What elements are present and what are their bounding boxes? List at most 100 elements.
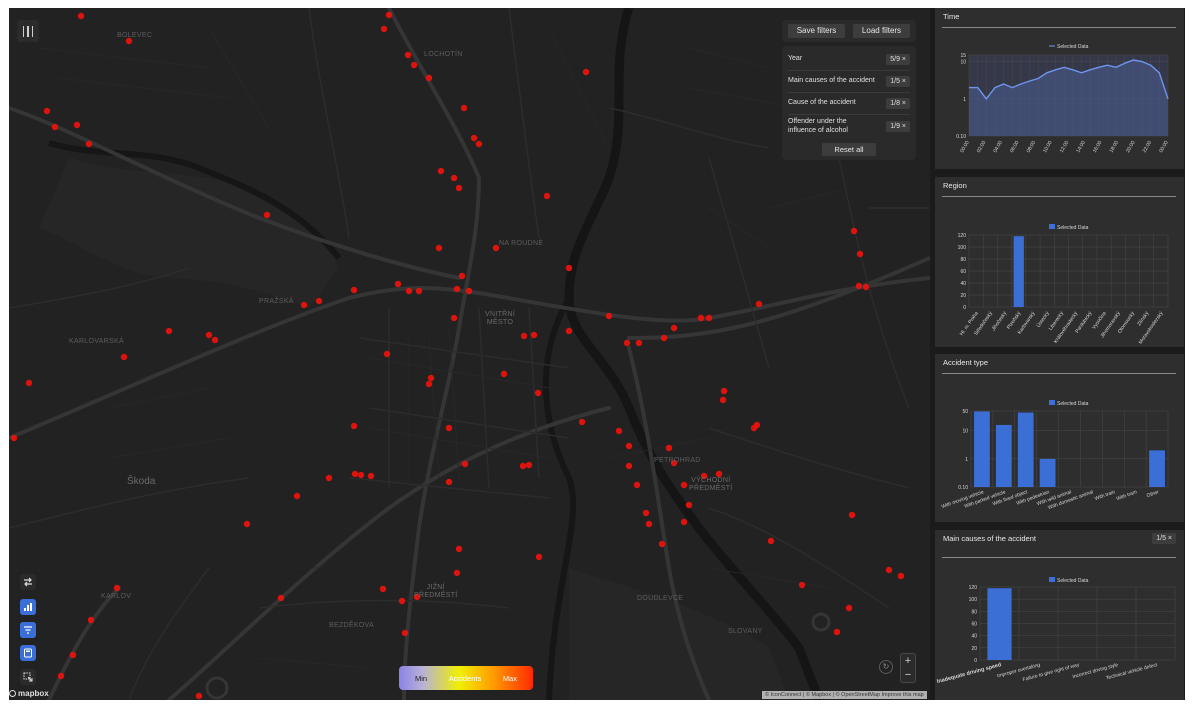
time-line-chart[interactable]: 151010.1000:00 02:00 04:00 06:00 08:00 10:00 1…: [935, 8, 1184, 169]
accident-dot: [205, 331, 213, 339]
map-label: PETROHRAD: [654, 457, 701, 464]
accident-dot: [855, 282, 863, 290]
accident-dot: [625, 442, 633, 450]
accident-dot: [10, 434, 18, 442]
legend-label: Selected Data: [1057, 44, 1089, 50]
y-tick-label: 0: [974, 658, 977, 664]
calculator-icon[interactable]: [20, 645, 36, 661]
legend-min-label: Min: [415, 673, 428, 683]
zoom-out-button[interactable]: −: [901, 668, 915, 682]
x-tick-label: With train: [1094, 489, 1116, 502]
route-icon[interactable]: [20, 574, 36, 590]
main-causes-bar-chart[interactable]: 020406080100120Inadequate driving speedI…: [935, 530, 1184, 700]
zoom-in-button[interactable]: +: [901, 654, 915, 668]
accident-dot: [660, 334, 668, 342]
accident-dot: [77, 12, 85, 20]
load-filters-button[interactable]: Load filters: [853, 24, 910, 38]
accident-dot: [350, 286, 358, 294]
y-tick-label: 50: [962, 409, 968, 415]
accident-dot: [720, 387, 728, 395]
compass-icon[interactable]: ↻: [879, 660, 893, 674]
map-label: NA ROUDNÉ: [499, 240, 544, 247]
accident-dot: [848, 511, 856, 519]
x-tick-label: 06:00: [1009, 140, 1021, 154]
x-tick-label: 20:00: [1125, 140, 1137, 154]
accident-dot: [680, 518, 688, 526]
accident-dot: [845, 604, 853, 612]
y-tick-label: 40: [960, 281, 966, 287]
bar: [987, 588, 1012, 660]
accident-dot: [243, 520, 251, 528]
select-area-icon[interactable]: [20, 669, 36, 685]
bar: [1013, 236, 1024, 307]
accident-dot: [263, 211, 271, 219]
legend-swatch: [1049, 400, 1055, 405]
region-bar-chart[interactable]: 020406080100120Hl. m. PrahaStředočeskýJi…: [935, 177, 1184, 347]
accident-dot: [87, 616, 95, 624]
map-attribution[interactable]: © IconConnect | © Mapbox | © OpenStreetM…: [762, 691, 927, 699]
y-tick-label: 20: [971, 646, 977, 652]
accident-dot: [685, 501, 693, 509]
filter-icon[interactable]: [20, 622, 36, 638]
accident-dot: [25, 379, 33, 387]
accident-dot: [525, 461, 533, 469]
accident-dot: [535, 553, 543, 561]
save-filters-button[interactable]: Save filters: [788, 24, 845, 38]
accident-dot: [519, 462, 527, 470]
legend-swatch: [1049, 224, 1055, 229]
legend-max-label: Max: [502, 673, 517, 683]
y-tick-label: 80: [971, 609, 977, 615]
x-tick-label: 14:00: [1075, 140, 1087, 154]
filter-row-main-causes: Main causes of the accident 1/5 ×: [788, 71, 910, 93]
x-tick-label: 22:00: [1142, 140, 1154, 154]
y-tick-label: 0.10: [956, 134, 966, 140]
filter-clear-badge[interactable]: 1/8 ×: [886, 98, 910, 109]
accident-dot: [315, 297, 323, 305]
y-tick-label: 1: [963, 97, 966, 103]
hamburger-menu-button[interactable]: [17, 20, 39, 42]
accident-dot: [415, 287, 423, 295]
bar: [1039, 458, 1056, 487]
accident-dot: [642, 509, 650, 517]
accident-dot: [798, 581, 806, 589]
accident-dot: [427, 374, 435, 382]
y-tick-label: 0: [963, 305, 966, 311]
accident-dot: [325, 474, 333, 482]
accident-dot: [350, 422, 358, 430]
accident-dot: [645, 520, 653, 528]
accident-dot: [351, 470, 359, 478]
filter-clear-badge[interactable]: 1/5 ×: [886, 76, 910, 87]
accident-dot: [380, 25, 388, 33]
x-tick-label: 04:00: [992, 140, 1004, 154]
accident-dot: [73, 121, 81, 129]
x-tick-label: With tram: [1116, 489, 1138, 502]
mapbox-logo: mapbox: [9, 689, 49, 698]
accident-dot: [461, 460, 469, 468]
accident-dot: [383, 350, 391, 358]
accident-dot: [453, 569, 461, 577]
bar-chart-icon[interactable]: [20, 599, 36, 615]
accident-dot: [394, 280, 402, 288]
filter-clear-badge[interactable]: 5/9 ×: [886, 54, 910, 65]
accident-dot: [404, 51, 412, 59]
accident-type-bar-chart[interactable]: 501010.10With moving vehicleWith parked …: [935, 354, 1184, 522]
filter-clear-badge[interactable]: 1/9 ×: [886, 121, 910, 132]
accident-dot: [460, 104, 468, 112]
accident-map[interactable]: Škoda VNITŘNÍ MĚSTO VÝCHODNÍ PŘEDMĚSTÍ JIŽNÍ P…: [9, 8, 930, 700]
accident-dot: [195, 692, 203, 700]
accident-dot: [113, 584, 121, 592]
accident-dot: [425, 74, 433, 82]
accident-dot: [658, 540, 666, 548]
y-tick-label: 10: [962, 429, 968, 435]
accident-dot: [719, 396, 727, 404]
bar: [1149, 450, 1165, 487]
accident-dot: [633, 481, 641, 489]
accident-dot: [582, 68, 590, 76]
y-tick-label: 40: [971, 634, 977, 640]
reset-all-button[interactable]: Reset all: [822, 143, 876, 156]
accident-dot: [635, 339, 643, 347]
x-tick-label: Jihočeský: [991, 310, 1009, 332]
bar: [1017, 412, 1034, 487]
accident-dot: [357, 471, 365, 479]
accident-dot: [445, 478, 453, 486]
